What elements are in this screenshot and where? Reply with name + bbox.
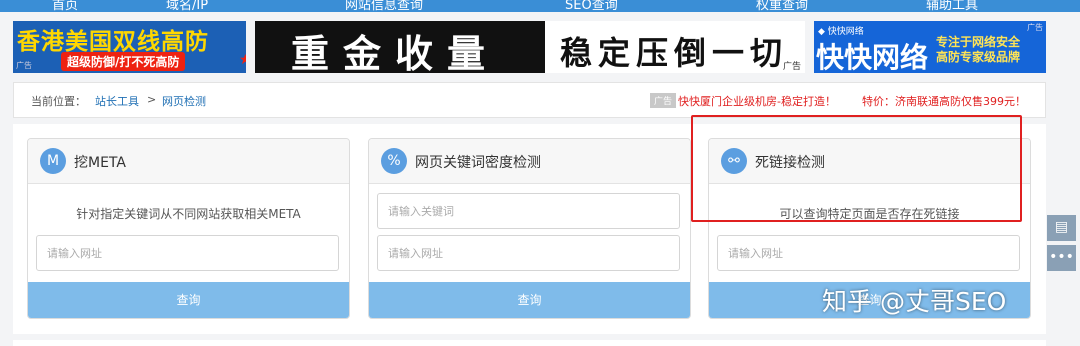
card-header: % 网页关键词密度检测 — [369, 139, 690, 184]
ad-banner-recruit[interactable]: 重金收量 稳定压倒一切 广告 — [255, 21, 805, 73]
breadcrumb-label: 当前位置： — [31, 95, 86, 108]
card-header: M 挖META — [28, 139, 349, 184]
banner-title: 香港美国双线高防 — [17, 29, 209, 55]
card-meta: M 挖META 针对指定关键词从不同网站获取相关META 查询 — [27, 138, 350, 319]
percent-icon: % — [381, 148, 407, 174]
breadcrumb-home-link[interactable]: 站长工具 — [95, 93, 139, 109]
next-panel — [13, 340, 1046, 346]
ad-banner-hk-us[interactable]: 香港美国双线高防 超级防御/打不死高防 广告 ★ — [13, 21, 246, 73]
url-input[interactable] — [377, 235, 680, 271]
nav-item-site-info[interactable]: 网站信息查询 — [345, 0, 423, 12]
watermark: 知乎 @丈哥SEO — [822, 287, 1007, 316]
banner-tagline: 专注于网络安全 高防专家级品牌 — [936, 35, 1020, 65]
ad-text-link[interactable]: 快快厦门企业级机房-稳定打造！ — [678, 93, 836, 109]
banner-subtitle: 超级防御/打不死高防 — [61, 52, 186, 71]
card-description: 针对指定关键词从不同网站获取相关META — [76, 207, 301, 221]
highlight-box — [691, 115, 1022, 222]
keyword-input[interactable] — [377, 193, 680, 229]
meta-icon: M — [40, 148, 66, 174]
nav-item-seo[interactable]: SEO查询 — [565, 0, 618, 12]
url-input[interactable] — [717, 235, 1020, 271]
ad-label: 广告 — [16, 61, 32, 70]
banner-title: 快快网络 — [816, 41, 929, 73]
nav-item-domain[interactable]: 域名/IP — [166, 0, 208, 12]
more-icon[interactable]: ••• — [1047, 245, 1076, 271]
ad-label: 广告 — [1027, 23, 1043, 32]
query-button[interactable]: 查询 — [28, 282, 349, 318]
top-nav: 首页 域名/IP 网站信息查询 SEO查询 权重查询 辅助工具 — [0, 0, 1080, 12]
card-title: 挖META — [74, 155, 126, 171]
promo-link[interactable]: 特价：济南联通高防仅售399元！ — [862, 93, 1026, 109]
ad-badge: 广告 — [650, 93, 677, 108]
banner-slogan-1: 重金收量 — [291, 32, 500, 73]
query-button[interactable]: 查询 — [369, 282, 690, 318]
breadcrumb-current-link[interactable]: 网页检测 — [162, 93, 206, 109]
card-keyword-density: % 网页关键词密度检测 查询 — [368, 138, 691, 319]
url-input[interactable] — [36, 235, 339, 271]
banner-tagline-1: 专注于网络安全 — [936, 35, 1021, 49]
nav-item-weight[interactable]: 权重查询 — [756, 0, 808, 12]
breadcrumb-separator: > — [147, 93, 157, 106]
banner-slogan-2: 稳定压倒一切 — [560, 34, 789, 72]
banner-tagline-2: 高防专家级品牌 — [936, 50, 1021, 64]
nav-item-tools[interactable]: 辅助工具 — [926, 0, 978, 12]
nav-item-home[interactable]: 首页 — [52, 0, 78, 12]
breadcrumb: 当前位置： 站长工具 > 网页检测 广告 快快厦门企业级机房-稳定打造！ 特价：… — [13, 82, 1046, 118]
card-title: 网页关键词密度检测 — [415, 155, 541, 171]
feedback-icon[interactable]: ▤ — [1047, 215, 1076, 241]
star-icon: ★ — [239, 52, 246, 68]
ad-banner-kuaikuai[interactable]: ◆ 快快网络 快快网络 专注于网络安全 高防专家级品牌 广告 — [814, 21, 1046, 73]
ad-label: 广告 — [782, 62, 801, 72]
